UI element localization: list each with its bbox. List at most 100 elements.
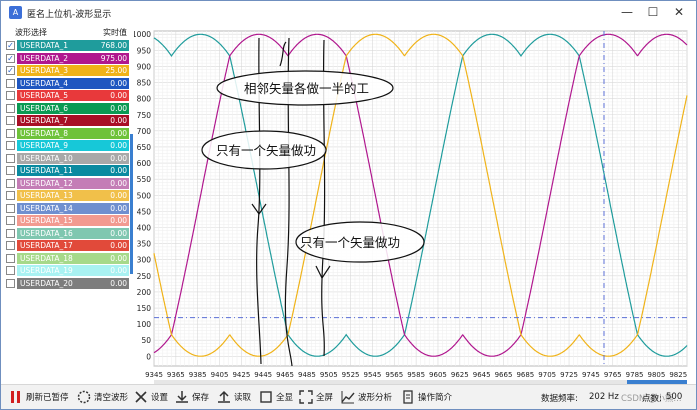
channel-value: 0.00 (110, 253, 127, 263)
channel-value: 0.00 (110, 141, 127, 150)
channel-row[interactable]: USERDATA_12 0.00 (3, 177, 131, 189)
close-button[interactable]: ✕ (666, 3, 692, 21)
x-tick-label: 9605 (429, 371, 447, 379)
channel-row[interactable]: USERDATA_16 0.00 (3, 227, 131, 239)
app-window: A 匿名上位机-波形显示 — ☐ ✕ 波形选择 实时值 ✓ USERDATA_1 7… (0, 0, 697, 410)
pause-button[interactable]: 刷新已暂停 (9, 389, 69, 405)
channel-checkbox[interactable] (6, 191, 15, 200)
channel-row[interactable]: USERDATA_5 0.00 (3, 90, 131, 101)
settings-button[interactable]: 设置 (134, 389, 168, 405)
channel-scrollbar[interactable] (130, 134, 133, 274)
channel-row[interactable]: USERDATA_9 0.00 (3, 140, 131, 151)
channel-checkbox[interactable] (6, 103, 15, 113)
line-chart-icon (341, 390, 355, 404)
channel-row[interactable]: USERDATA_4 0.00 (3, 77, 131, 89)
channel-row[interactable]: USERDATA_18 0.00 (3, 252, 131, 264)
channel-checkbox[interactable] (6, 228, 15, 238)
channel-row[interactable]: USERDATA_13 0.00 (3, 190, 131, 201)
channel-checkbox[interactable] (6, 203, 15, 213)
save-button[interactable]: 保存 (175, 389, 209, 405)
clear-waveform-button[interactable]: 清空波形 (77, 389, 128, 405)
x-tick-label: 9685 (516, 371, 534, 379)
channel-row[interactable]: USERDATA_10 0.00 (3, 152, 131, 164)
channel-value: 0.00 (110, 153, 127, 163)
y-tick-label: 100 (137, 320, 152, 329)
x-tick-label: 9445 (254, 371, 272, 379)
x-tick-label: 9725 (560, 371, 578, 379)
y-tick-label: 950 (137, 46, 152, 55)
x-tick-label: 9805 (648, 371, 666, 379)
channel-row[interactable]: USERDATA_19 0.00 (3, 265, 131, 276)
manual-button[interactable]: 操作简介 (401, 389, 452, 405)
y-tick-label: 850 (137, 79, 152, 88)
channel-checkbox[interactable] (6, 78, 15, 88)
channel-row[interactable]: ✓ USERDATA_2 975.00 (3, 52, 131, 64)
channel-row[interactable]: USERDATA_14 0.00 (3, 202, 131, 214)
channel-row[interactable]: USERDATA_7 0.00 (3, 115, 131, 126)
fullscreen-button[interactable]: 全屏 (299, 389, 333, 405)
channel-checkbox[interactable] (6, 166, 15, 175)
waveform-plot: 1000950900850800750700650600550500450400… (132, 30, 688, 385)
channel-checkbox[interactable] (6, 141, 15, 150)
channel-checkbox[interactable] (6, 116, 15, 125)
channel-value: 25.00 (105, 66, 127, 75)
y-tick-label: 600 (137, 159, 152, 168)
y-tick-label: 150 (137, 304, 152, 313)
download-icon (175, 390, 189, 404)
y-tick-label: 350 (137, 240, 152, 249)
channel-checkbox[interactable] (6, 253, 15, 263)
channel-value: 0.00 (110, 103, 127, 113)
channel-row[interactable]: USERDATA_20 0.00 (3, 277, 131, 289)
channel-checkbox[interactable] (6, 128, 15, 138)
channel-checkbox[interactable]: ✓ (6, 53, 15, 63)
channel-row[interactable]: USERDATA_8 0.00 (3, 127, 131, 139)
channel-value: 0.00 (110, 166, 127, 175)
channel-row[interactable]: USERDATA_15 0.00 (3, 215, 131, 226)
x-tick-label: 9425 (232, 371, 250, 379)
channel-checkbox[interactable]: ✓ (6, 66, 15, 75)
channel-value: 975.00 (100, 53, 127, 63)
waveform-chart[interactable]: 1000 950 900 850 800 750 700 650 600 550 500 450 400… (132, 26, 694, 385)
read-button[interactable]: 读取 (217, 389, 251, 405)
x-tick-label: 9745 (582, 371, 600, 379)
channel-checkbox[interactable] (6, 278, 15, 288)
channel-row[interactable]: USERDATA_11 0.00 (3, 165, 131, 176)
freq-value: 202 Hz (589, 392, 619, 402)
minimize-button[interactable]: — (614, 3, 640, 21)
pause-icon (9, 390, 23, 404)
y-tick-label: 500 (137, 191, 152, 200)
clear-label: 清空波形 (94, 393, 129, 403)
channel-checkbox[interactable] (6, 266, 15, 275)
bottom-toolbar: 刷新已暂停 清空波形 设置 保存 读取 全显 全屏 波形分析 操作简介 数据频率… (1, 384, 696, 409)
channel-checkbox[interactable] (6, 216, 15, 225)
channel-checkbox[interactable] (6, 241, 15, 250)
channel-value: 0.00 (110, 266, 127, 275)
y-tick-label: 0 (146, 352, 151, 361)
x-tick-label: 9785 (626, 371, 644, 379)
tools-icon (134, 390, 148, 404)
channel-checkbox[interactable] (6, 178, 15, 188)
annotation-text: 相邻矢量各做一半的工 (244, 81, 369, 96)
channel-row[interactable]: ✓ USERDATA_3 25.00 (3, 65, 131, 76)
x-tick-label: 9345 (145, 371, 163, 379)
channel-checkbox[interactable]: ✓ (6, 41, 15, 50)
waveform-analysis-button[interactable]: 波形分析 (341, 389, 392, 405)
channel-checkbox[interactable] (6, 153, 15, 163)
channel-row[interactable]: USERDATA_6 0.00 (3, 102, 131, 114)
channel-value: 0.00 (110, 178, 127, 188)
settings-label: 设置 (151, 393, 169, 403)
y-tick-label: 900 (137, 62, 152, 71)
channel-checkbox[interactable] (6, 91, 15, 100)
channel-row[interactable]: USERDATA_17 0.00 (3, 240, 131, 251)
channel-value: 0.00 (110, 191, 127, 200)
channel-value: 0.00 (110, 228, 127, 238)
manual-label: 操作简介 (418, 393, 453, 403)
x-tick-label: 9505 (320, 371, 338, 379)
maximize-button[interactable]: ☐ (640, 3, 666, 21)
show-all-button[interactable]: 全显 (259, 389, 293, 405)
points-value: 500 (666, 392, 683, 402)
channel-value: 0.00 (110, 216, 127, 225)
channel-value: 0.00 (110, 203, 127, 213)
channel-row[interactable]: ✓ USERDATA_1 768.00 (3, 40, 131, 51)
x-tick-label: 9645 (473, 371, 491, 379)
